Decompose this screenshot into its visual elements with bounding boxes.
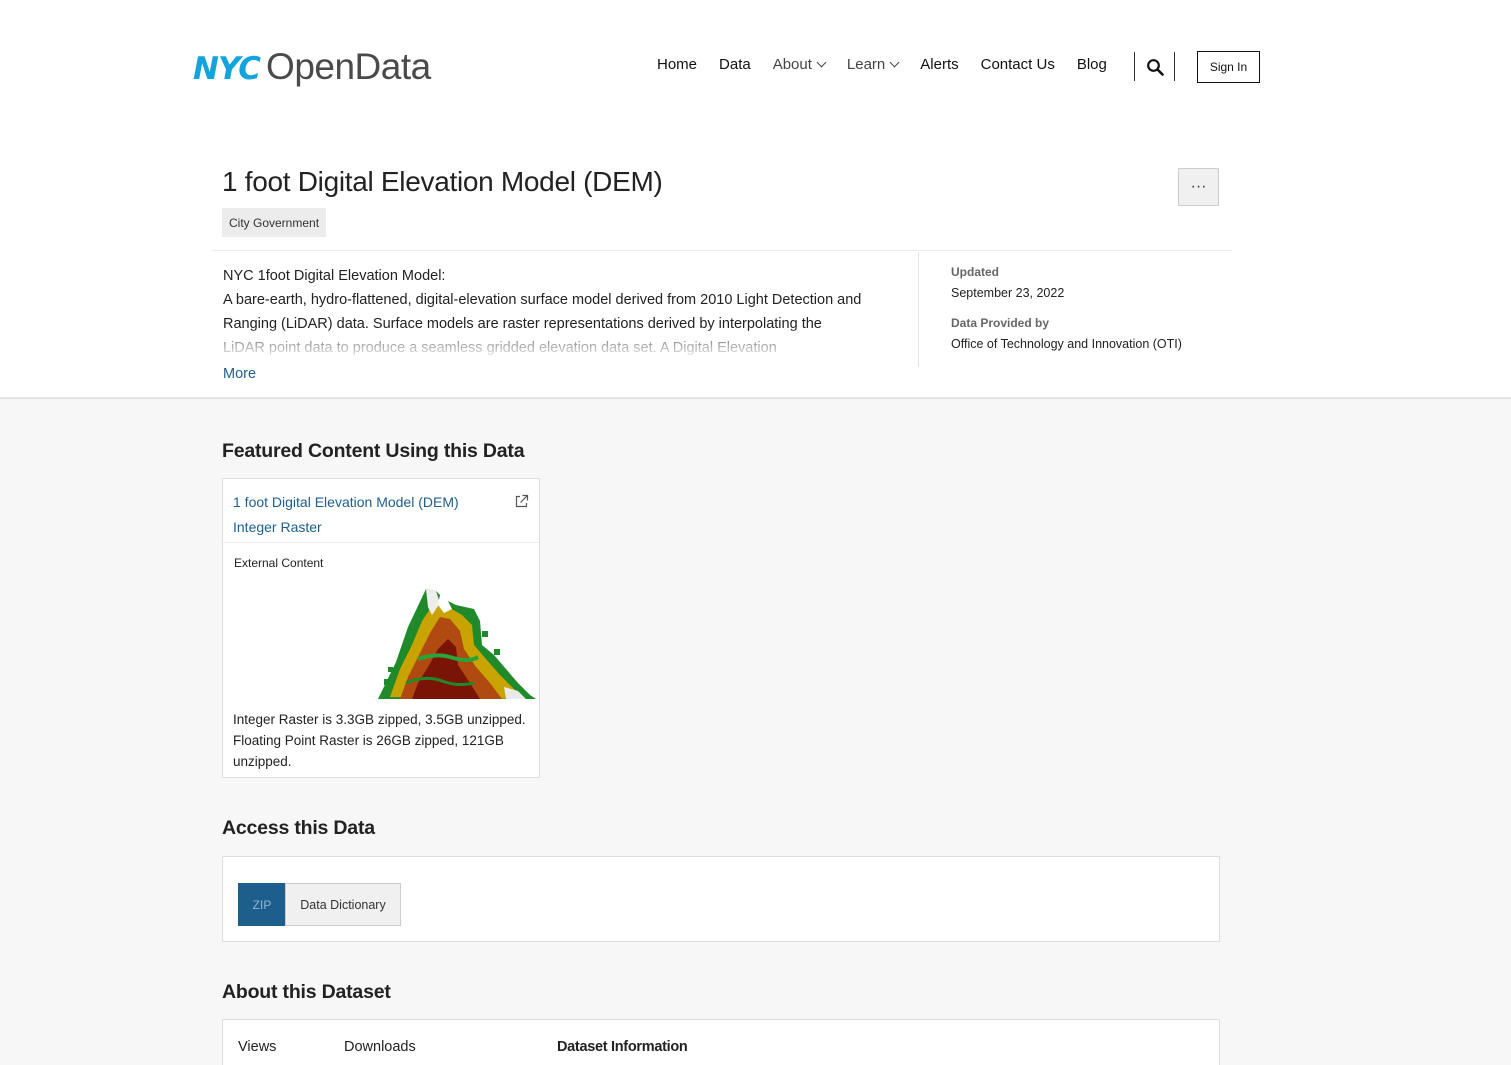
downloads-label: Downloads (344, 1039, 416, 1055)
nyc-opendata-logo[interactable]: NYC OpenData (193, 46, 431, 88)
nav-divider (1134, 52, 1135, 81)
data-dictionary-button[interactable]: Data Dictionary (285, 883, 401, 926)
description-fade (223, 330, 863, 358)
external-link-icon[interactable] (514, 494, 529, 509)
provided-by-label: Data Provided by (951, 316, 1050, 330)
divider (212, 250, 1232, 251)
nav-learn-label: Learn (846, 56, 886, 73)
nav-about-label: About (772, 56, 812, 73)
nav-alerts[interactable]: Alerts (920, 56, 958, 73)
site-header: NYC OpenData Home Data About Learn Alert… (0, 0, 1511, 130)
updated-label: Updated (951, 265, 999, 279)
category-tag[interactable]: City Government (222, 208, 327, 237)
about-heading: About this Dataset (222, 981, 391, 1003)
updated-value: September 23, 2022 (951, 286, 1065, 300)
page-title: 1 foot Digital Elevation Model (DEM) (222, 166, 663, 197)
featured-content-card[interactable]: 1 foot Digital Elevation Model (DEM) Int… (222, 478, 540, 778)
featured-card-title[interactable]: 1 foot Digital Elevation Model (DEM) Int… (233, 490, 463, 540)
logo-opendata-text: OpenData (266, 46, 431, 87)
description-line: NYC 1foot Digital Elevation Model: (223, 268, 446, 284)
main-nav: Home Data About Learn Alerts Contact Us … (657, 56, 1129, 73)
logo-nyc-text: NYC (193, 51, 261, 87)
nav-learn[interactable]: Learn (846, 56, 900, 73)
about-panel: Views Downloads Dataset Information (222, 1019, 1220, 1065)
nav-divider (1174, 52, 1175, 81)
sign-in-button[interactable]: Sign In (1197, 51, 1260, 83)
vertical-divider (918, 252, 919, 367)
content-type-label: External Content (234, 556, 324, 570)
chevron-down-icon (889, 57, 900, 68)
more-actions-button[interactable]: ··· (1178, 168, 1219, 206)
card-divider (223, 542, 539, 543)
nav-contact-us[interactable]: Contact Us (981, 56, 1055, 73)
featured-card-description: Integer Raster is 3.3GB zipped, 3.5GB un… (233, 712, 526, 769)
nav-data[interactable]: Data (719, 56, 751, 73)
elevation-map-thumbnail (378, 589, 536, 699)
nav-about[interactable]: About (772, 56, 827, 73)
zip-download-button[interactable]: ZIP (238, 883, 286, 926)
access-panel: ZIP Data Dictionary (222, 856, 1220, 942)
access-heading: Access this Data (222, 817, 375, 839)
search-icon[interactable] (1146, 58, 1164, 76)
provided-by-value: Office of Technology and Innovation (OTI… (951, 337, 1182, 351)
more-link[interactable]: More (223, 366, 256, 382)
chevron-down-icon (816, 57, 827, 68)
featured-heading: Featured Content Using this Data (222, 440, 525, 462)
nav-blog[interactable]: Blog (1077, 56, 1107, 73)
nav-home[interactable]: Home (657, 56, 697, 73)
dataset-information-label: Dataset Information (557, 1039, 688, 1055)
views-label: Views (238, 1039, 277, 1055)
